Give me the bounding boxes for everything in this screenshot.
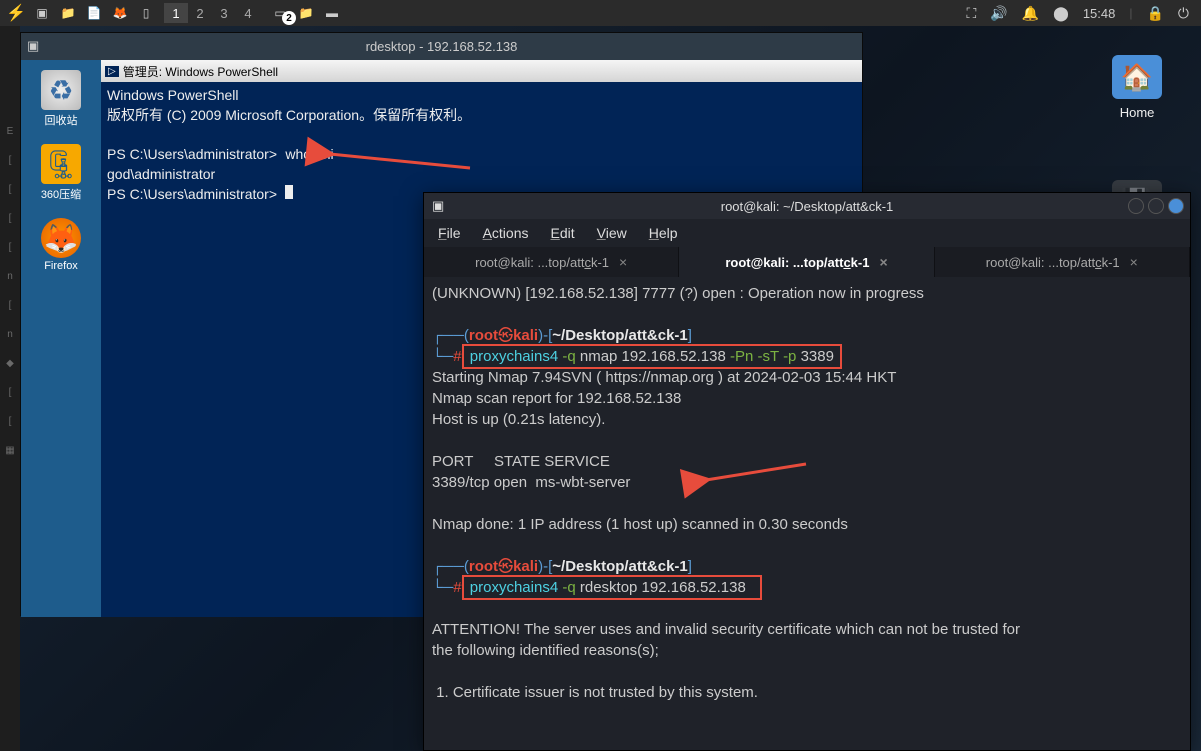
remote-desktop-area[interactable]: ♻ 回收站 🗜 360压缩 🦊 Firefox	[21, 60, 101, 617]
taskbar-display-icon[interactable]: ▬	[320, 3, 344, 23]
home-label: Home	[1120, 105, 1155, 120]
minimize-button[interactable]	[1128, 198, 1144, 214]
terminal-window: ▣ root@kali: ~/Desktop/att&ck-1 File Act…	[423, 192, 1191, 751]
taskbar-folder-icon[interactable]: 📁	[294, 3, 318, 23]
recycle-bin-icon[interactable]: ♻ 回收站	[41, 70, 81, 128]
top-taskbar: ⚡ ▣ 📁 📄 🦊 ▯ 1 2 3 4 ▭2 📁 ▬ ⛶ 🔊 🔔 ⬤ 15:48…	[0, 0, 1201, 26]
tab-close-icon[interactable]: ×	[619, 254, 627, 270]
menu-help[interactable]: Help	[649, 225, 678, 241]
rdesktop-window-icon: ▣	[27, 38, 39, 54]
terminal-tab-3[interactable]: root@kali: ...top/attck-1×	[935, 247, 1190, 277]
close-button[interactable]	[1168, 198, 1184, 214]
terminal-tab-2[interactable]: root@kali: ...top/attck-1×	[679, 247, 934, 277]
home-desktop-icon[interactable]: 🏠 Home	[1112, 55, 1162, 120]
menu-edit[interactable]: Edit	[551, 225, 575, 241]
terminal-body[interactable]: (UNKNOWN) [192.168.52.138] 7777 (?) open…	[424, 277, 1190, 709]
rdesktop-title-text: rdesktop - 192.168.52.138	[366, 39, 518, 54]
workspace-4[interactable]: 4	[236, 3, 260, 23]
terminal-titlebar[interactable]: ▣ root@kali: ~/Desktop/att&ck-1	[424, 193, 1190, 219]
terminal-tabs: root@kali: ...top/attck-1× root@kali: ..…	[424, 247, 1190, 277]
terminal-tab-1[interactable]: root@kali: ...top/attck-1×	[424, 247, 679, 277]
highlight-box-nmap: proxychains4 -q nmap 192.168.52.138 -Pn …	[462, 344, 843, 369]
powershell-titlebar[interactable]: ▷ 管理员: Windows PowerShell	[101, 60, 862, 82]
powershell-title-text: 管理员: Windows PowerShell	[123, 63, 278, 80]
taskbar-left: ⚡ ▣ 📁 📄 🦊 ▯ 1 2 3 4 ▭2 📁 ▬	[4, 3, 344, 23]
highlight-box-rdesktop: proxychains4 -q rdesktop 192.168.52.138	[462, 575, 763, 600]
terminal-launcher-icon[interactable]: ▣	[30, 3, 54, 23]
workspace-1[interactable]: 1	[164, 3, 188, 23]
network-icon[interactable]: ⬤	[1053, 5, 1069, 22]
terminal-title-text: root@kali: ~/Desktop/att&ck-1	[424, 199, 1190, 214]
360zip-icon[interactable]: 🗜 360压缩	[41, 144, 81, 202]
volume-icon[interactable]: 🔊	[990, 5, 1007, 22]
taskbar-right: ⛶ 🔊 🔔 ⬤ 15:48 | 🔒 ⏻	[966, 5, 1197, 22]
tab-close-icon[interactable]: ×	[1130, 254, 1138, 270]
workspace-switcher: 1 2 3 4	[164, 3, 260, 23]
tab-close-icon[interactable]: ×	[879, 254, 887, 270]
clock[interactable]: 15:48	[1083, 6, 1116, 21]
menu-view[interactable]: View	[597, 225, 627, 241]
home-icon: 🏠	[1112, 55, 1162, 99]
left-gutter: E[[[[n[n◆[[▦	[0, 26, 20, 751]
workspace-2[interactable]: 2	[188, 3, 212, 23]
shell-launcher-icon[interactable]: ▯	[134, 3, 158, 23]
rdesktop-titlebar[interactable]: ▣ rdesktop - 192.168.52.138	[21, 33, 862, 60]
menu-file[interactable]: File	[438, 225, 461, 241]
files-launcher-icon[interactable]: 📁	[56, 3, 80, 23]
workspace-3[interactable]: 3	[212, 3, 236, 23]
lock-icon[interactable]: 🔒	[1146, 5, 1163, 22]
notifications-icon[interactable]: 🔔	[1022, 5, 1039, 22]
kali-menu-icon[interactable]: ⚡	[4, 3, 28, 23]
terminal-menu: File Actions Edit View Help	[424, 219, 1190, 247]
maximize-button[interactable]	[1148, 198, 1164, 214]
firefox-launcher-icon[interactable]: 🦊	[108, 3, 132, 23]
terminal-window-icon: ▣	[432, 198, 444, 214]
powershell-icon: ▷	[105, 66, 119, 77]
editor-launcher-icon[interactable]: 📄	[82, 3, 106, 23]
menu-actions[interactable]: Actions	[483, 225, 529, 241]
power-icon[interactable]: ⏻	[1178, 5, 1189, 22]
firefox-remote-icon[interactable]: 🦊 Firefox	[41, 218, 81, 272]
window-list-icon[interactable]: ▭2	[268, 3, 292, 23]
screenshot-icon[interactable]: ⛶	[966, 5, 976, 22]
